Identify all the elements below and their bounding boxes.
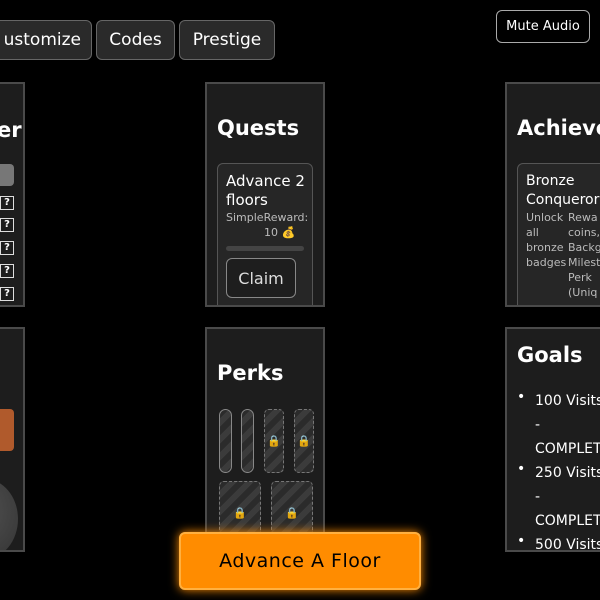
codes-label: Codes [109, 30, 162, 50]
codes-button[interactable]: Codes [96, 20, 175, 60]
mute-audio-button[interactable]: Mute Audio [496, 10, 590, 43]
achievement-reward-line: coins, [568, 226, 600, 239]
left-panel-button[interactable] [0, 164, 14, 186]
achievement-name-line: Bronze [526, 173, 575, 189]
goal-count: 250 Visits [535, 465, 600, 481]
goal-dash: - [535, 417, 541, 433]
achievement-name: Bronze Conqueror [526, 172, 599, 210]
prestige-label: Prestige [192, 30, 262, 50]
left-panel-action-button[interactable] [0, 409, 14, 451]
goal-count: 100 Visits [535, 393, 600, 409]
left-panel-wheel[interactable] [0, 479, 18, 550]
achievements-title: Achieve [517, 116, 600, 140]
prestige-button[interactable]: Prestige [179, 20, 275, 60]
quests-title: Quests [217, 116, 300, 140]
achievement-reward-line: Rewa [568, 211, 598, 224]
lock-icon: 🔒 [297, 434, 311, 448]
lock-icon: 🔒 [285, 506, 299, 520]
quest-reward-value: 10 💰 [264, 226, 296, 239]
badge-unknown-icon: ? [0, 241, 14, 255]
advance-floor-label: Advance A Floor [219, 550, 381, 572]
mute-audio-label: Mute Audio [506, 19, 580, 34]
left-panel-bottom [0, 327, 25, 552]
achievement-reward-line: Milest [568, 256, 600, 269]
quest-progress-bar [226, 246, 304, 251]
achievement-desc-line: Unlock [526, 211, 564, 224]
customize-label: ustomize [3, 30, 81, 50]
achievement-reward-line: Perk [568, 271, 592, 284]
quest-name-line: floors [226, 191, 268, 209]
quest-reward-label: Reward: [263, 211, 309, 224]
perk-slot[interactable] [219, 409, 232, 473]
lock-icon: 🔒 [267, 434, 281, 448]
perk-slot[interactable] [241, 409, 254, 473]
badge-unknown-icon: ? [0, 287, 14, 301]
achievements-panel: Achieve Bronze Conqueror Unlock all bron… [505, 82, 600, 307]
advance-floor-button[interactable]: Advance A Floor [179, 532, 421, 590]
goal-status: COMPLETE [535, 513, 600, 529]
claim-button[interactable]: Claim [226, 258, 296, 298]
perks-title: Perks [217, 361, 284, 385]
perk-slot-locked[interactable]: 🔒 [294, 409, 314, 473]
goal-dash: - [535, 489, 541, 505]
bullet: • [517, 533, 526, 549]
achievement-desc-line: badges [526, 256, 567, 269]
achievement-reward-line: (Uniq [568, 286, 598, 299]
quest-card: Advance 2 floors SimpleReward: 10 💰 Clai… [217, 163, 313, 305]
quest-name: Advance 2 floors [226, 172, 305, 210]
badge-unknown-icon: ? [0, 196, 14, 210]
claim-label: Claim [238, 268, 284, 288]
goals-panel: Goals • 100 Visits - COMPLETE • 250 Visi… [505, 327, 600, 552]
achievement-description: Unlock all bronze badges [526, 210, 566, 270]
achievement-reward-line: Backg [568, 241, 600, 254]
left-panel-top: ter ? ? ? ? ? [0, 82, 25, 307]
quests-panel: Quests Advance 2 floors SimpleReward: 10… [205, 82, 325, 307]
bullet: • [517, 389, 526, 405]
achievement-reward: Rewa coins, Backg Milest Perk (Uniq [568, 210, 600, 300]
lock-icon: 🔒 [233, 506, 247, 520]
badge-unknown-icon: ? [0, 264, 14, 278]
perks-panel: Perks 🔒 🔒 🔒 🔒 [205, 327, 325, 552]
perk-slot-locked[interactable]: 🔒 [264, 409, 284, 473]
achievement-card: Bronze Conqueror Unlock all bronze badge… [517, 163, 600, 305]
achievement-name-line: Conqueror [526, 192, 600, 208]
quest-reward-row: SimpleReward: [226, 211, 308, 224]
bullet: • [517, 461, 526, 477]
goal-status: COMPLETE [535, 441, 600, 457]
quest-name-line: Advance 2 [226, 172, 305, 190]
goals-title: Goals [517, 343, 583, 367]
goal-count: 500 Visits [535, 537, 600, 552]
badge-unknown-icon: ? [0, 218, 14, 232]
customize-button[interactable]: ustomize [0, 20, 92, 60]
left-panel-title: ter [0, 118, 22, 142]
achievement-desc-line: bronze [526, 241, 564, 254]
achievement-desc-line: all [526, 226, 539, 239]
quest-type: Simple [226, 211, 264, 224]
